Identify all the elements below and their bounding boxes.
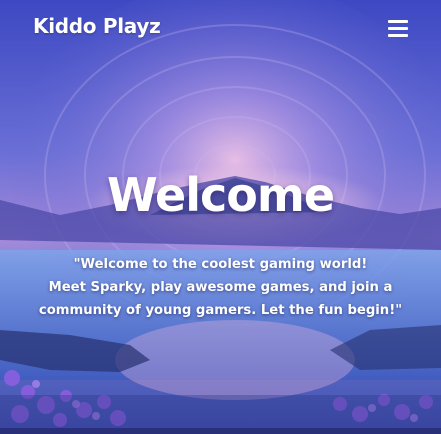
brand-logo-text[interactable]: Kiddo Playz bbox=[33, 14, 161, 38]
menu-line bbox=[388, 34, 408, 37]
intro-line: community of young gamers. Let the fun b… bbox=[38, 303, 403, 318]
intro-line: "Welcome to the coolest gaming world! bbox=[73, 257, 368, 272]
hero-section: Kiddo Playz Welcome "Welcome to the cool… bbox=[0, 0, 441, 434]
hero-headline: Welcome bbox=[106, 168, 335, 222]
menu-line bbox=[388, 27, 408, 30]
menu-line bbox=[388, 20, 408, 23]
site-header: Kiddo Playz bbox=[0, 0, 441, 60]
intro-line: Meet Sparky, play awesome games, and joi… bbox=[48, 280, 393, 295]
page-bottom-edge bbox=[0, 428, 441, 434]
hero-intro-text: "Welcome to the coolest gaming world! Me… bbox=[10, 253, 431, 322]
hamburger-menu-icon[interactable] bbox=[386, 19, 410, 39]
